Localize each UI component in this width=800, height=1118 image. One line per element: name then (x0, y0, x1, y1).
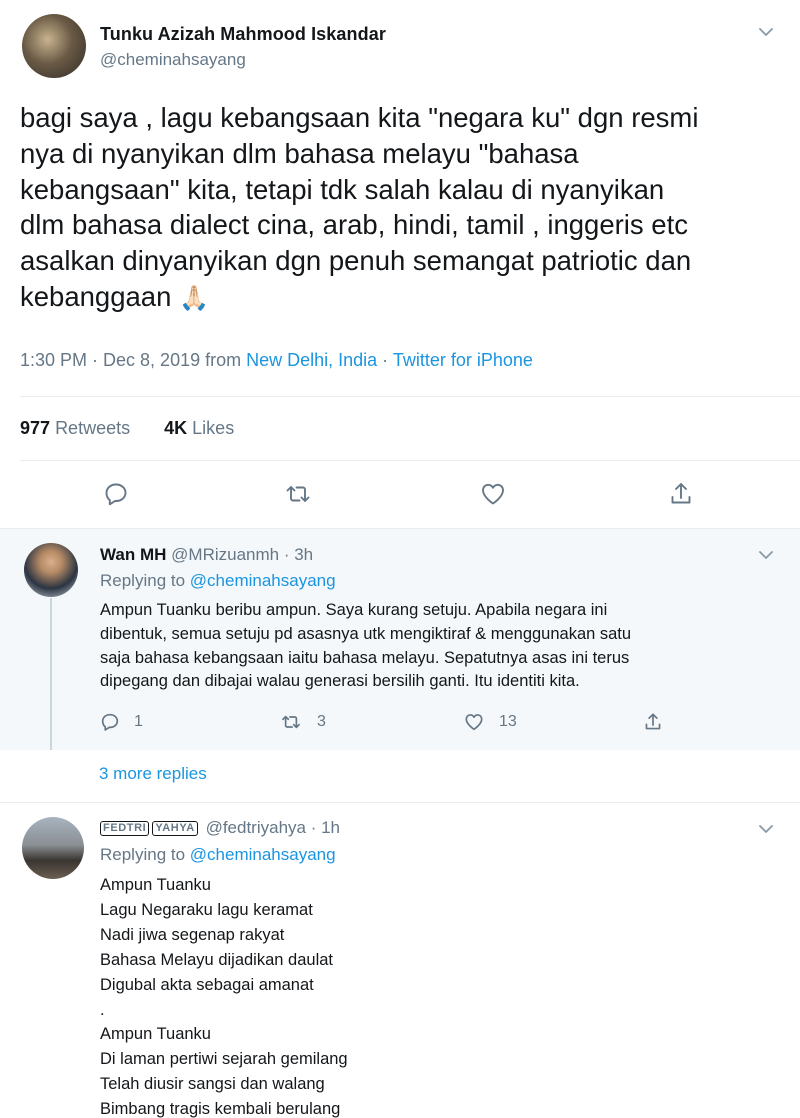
tweet-time[interactable]: 1:30 PM · Dec 8, 2019 from (20, 350, 246, 370)
tweet-location[interactable]: New Delhi, India (246, 350, 377, 370)
reply-text-line: Ampun Tuanku (100, 876, 211, 894)
reply-text-line: Ampun Tuanku (100, 1025, 211, 1044)
reply-author-name[interactable]: FEDTRI YAHYA (100, 818, 201, 837)
tweet-text-line: bagi saya , lagu kebangsaan kita "negara… (20, 102, 699, 133)
tweet-text-line: dlm bahasa dialect cina, arab, hindi, ta… (20, 209, 688, 241)
tweet-text-line: nya di nyanyikan dlm bahasa melayu "baha… (20, 137, 579, 169)
replying-to: Replying to @cheminahsayang (100, 845, 336, 865)
like-icon[interactable] (464, 712, 484, 732)
chevron-down-icon[interactable] (756, 819, 776, 839)
tweet-meta: 1:30 PM · Dec 8, 2019 from New Delhi, In… (20, 350, 533, 371)
reply-text-line: . (100, 1000, 105, 1019)
like-count: 13 (499, 713, 517, 730)
tweet-text-line: kebanggaan 🙏🏻 (20, 279, 790, 317)
tweet-text-last: kebanggaan (20, 280, 172, 312)
styled-name-part: YAHYA (152, 821, 198, 836)
reply-text-line: Bimbang tragis kembali berulang (100, 1100, 341, 1118)
replying-to-link[interactable]: @cheminahsayang (190, 845, 336, 864)
chevron-down-icon[interactable] (756, 22, 776, 42)
retweets-label: Retweets (55, 418, 131, 438)
like-icon[interactable] (480, 481, 506, 507)
main-tweet: Tunku Azizah Mahmood Iskandar @cheminahs… (0, 0, 800, 527)
reply-text-line: Digubal akta sebagai amanat (100, 975, 314, 994)
reply-text-line: Telah diusir sangsi dan walang (100, 1075, 325, 1094)
author-handle[interactable]: @cheminahsayang (100, 50, 246, 70)
meta-separator: · (377, 350, 393, 370)
tweet-stats: 977 Retweets 4K Likes (20, 418, 234, 439)
replying-to-link[interactable]: @cheminahsayang (190, 571, 336, 590)
reply-author-handle[interactable]: @MRizuanmh (171, 545, 279, 564)
reply-text-line: Bahasa Melayu dijadikan daulat (100, 950, 333, 969)
reply-text-line: saja bahasa kebangsaan iaitu bahasa mela… (100, 648, 630, 667)
more-replies-row[interactable]: 3 more replies (0, 750, 800, 802)
retweets-stat[interactable]: 977 Retweets (20, 418, 130, 438)
share-icon[interactable] (643, 712, 663, 732)
likes-count: 4K (164, 418, 188, 438)
divider (20, 460, 800, 461)
reply-text-line: Di laman pertiwi sejarah gemilang (100, 1050, 348, 1069)
reply-time[interactable]: · 1h (306, 818, 340, 837)
tweet-text-line: asalkan dinyanyikan dgn penuh semangat p… (20, 245, 692, 277)
reply-header: FEDTRI YAHYA @fedtriyahya · 1h (100, 818, 340, 838)
tweet-text: bagi saya , lagu kebangsaan kita "negara… (20, 100, 790, 317)
reply-header: Wan MH @MRizuanmh · 3h (100, 545, 313, 565)
praying-hands-emoji: 🙏🏻 (179, 284, 209, 312)
replying-prefix: Replying to (100, 571, 190, 590)
tweet-source[interactable]: Twitter for iPhone (393, 350, 533, 370)
reply-tweet[interactable]: Wan MH @MRizuanmh · 3h Replying to @chem… (0, 528, 800, 750)
reply-avatar[interactable] (24, 543, 78, 597)
divider (20, 396, 800, 397)
author-avatar[interactable] (22, 14, 86, 78)
replying-to: Replying to @cheminahsayang (100, 571, 336, 591)
retweets-count: 977 (20, 418, 51, 438)
reply-icon[interactable] (100, 712, 120, 732)
retweet-count: 3 (317, 713, 326, 730)
reply-text-line: Lagu Negaraku lagu keramat (100, 900, 313, 919)
reply-author-name[interactable]: Wan MH (100, 545, 166, 564)
reply-avatar[interactable] (22, 817, 84, 879)
reply-author-handle[interactable]: @fedtriyahya (206, 818, 306, 837)
reply-text: Ampun Tuanku Lagu Negaraku lagu keramat … (100, 873, 348, 1118)
reply-time[interactable]: · 3h (279, 545, 313, 564)
reply-text-line: Nadi jiwa segenap rakyat (100, 925, 285, 944)
reply-tweet[interactable]: FEDTRI YAHYA @fedtriyahya · 1h Replying t… (0, 803, 800, 1118)
styled-name-part: FEDTRI (100, 821, 150, 836)
reply-count: 1 (134, 713, 143, 730)
replying-prefix: Replying to (100, 845, 190, 864)
tweet-text-line: kebangsaan" kita, tetapi tdk salah kalau… (20, 173, 665, 205)
reply-text-line: dipegang dan dibajai walau generasi bers… (100, 672, 580, 691)
share-icon[interactable] (668, 481, 694, 507)
author-name[interactable]: Tunku Azizah Mahmood Iskandar (100, 24, 386, 45)
retweet-icon[interactable] (281, 712, 301, 732)
reply-icon[interactable] (103, 481, 129, 507)
reply-text: Ampun Tuanku beribu ampun. Saya kurang s… (100, 599, 631, 694)
reply-text-line: dibentuk, semua setuju pd asasnya utk me… (100, 624, 632, 643)
chevron-down-icon[interactable] (756, 545, 776, 565)
reply-text-line: Ampun Tuanku beribu ampun. Saya kurang s… (100, 601, 608, 619)
more-replies-link[interactable]: 3 more replies (99, 764, 207, 784)
likes-label: Likes (192, 418, 235, 438)
likes-stat[interactable]: 4K Likes (164, 418, 234, 438)
retweet-icon[interactable] (285, 481, 311, 507)
